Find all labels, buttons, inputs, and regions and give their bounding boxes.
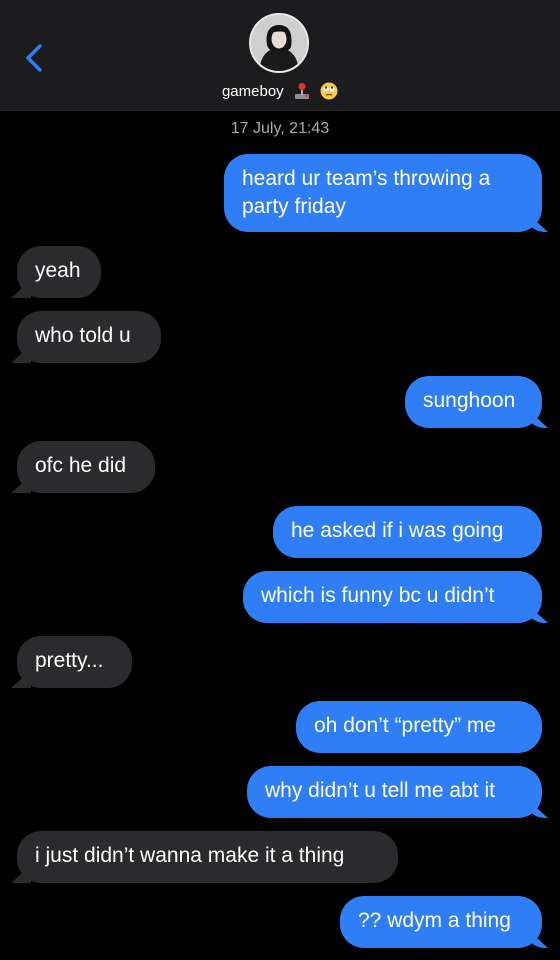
joystick-icon: [294, 83, 309, 99]
message-bubble-sent[interactable]: ?? wdym a thing: [340, 896, 542, 948]
message-text: who told u: [35, 324, 131, 347]
chevron-left-icon: [26, 44, 42, 72]
message-bubble-received[interactable]: pretty...: [17, 636, 132, 688]
message-text: heard ur team’s throwing a: [242, 167, 491, 190]
message-bubble-received[interactable]: who told u: [17, 311, 161, 363]
message-text: party friday: [242, 195, 346, 218]
message-bubble-sent[interactable]: heard ur team’s throwing a party friday: [224, 154, 542, 232]
message-text: ofc he did: [35, 454, 127, 477]
message-bubble-sent[interactable]: sunghoon: [405, 376, 542, 428]
avatar-photo: [251, 15, 307, 71]
message-bubble-sent[interactable]: why didn’t u tell me abt it: [247, 766, 542, 818]
message-text: sunghoon: [423, 389, 516, 412]
message-text: pretty...: [35, 649, 104, 672]
contact-name: gameboy: [221, 83, 284, 100]
message-text: oh don’t “pretty” me: [314, 714, 497, 737]
back-button[interactable]: [18, 40, 54, 76]
rolling-eyes-emoji: [320, 82, 338, 100]
message-bubble-received[interactable]: i just didn’t wanna make it a thing: [17, 831, 398, 883]
message-text: which is funny bc u didn’t: [261, 584, 495, 607]
message-bubble-received[interactable]: ofc he did: [17, 441, 155, 493]
message-text: ?? wdym a thing: [358, 909, 511, 932]
message-text: yeah: [35, 259, 81, 282]
message-bubble-sent[interactable]: which is funny bc u didn’t: [243, 571, 542, 623]
message-text: i just didn’t wanna make it a thing: [35, 844, 345, 867]
message-text: why didn’t u tell me abt it: [265, 779, 495, 802]
thread-timestamp: 17 July, 21:43: [230, 120, 330, 137]
message-text: he asked if i was going: [291, 519, 504, 542]
contact-name-row[interactable]: gameboy: [0, 82, 560, 102]
message-bubble-sent[interactable]: he asked if i was going: [273, 506, 542, 558]
message-bubble-received[interactable]: yeah: [17, 246, 101, 298]
contact-avatar[interactable]: [249, 13, 309, 73]
conversation-header: gameboy: [0, 0, 560, 111]
message-bubble-sent[interactable]: oh don’t “pretty” me: [296, 701, 542, 753]
